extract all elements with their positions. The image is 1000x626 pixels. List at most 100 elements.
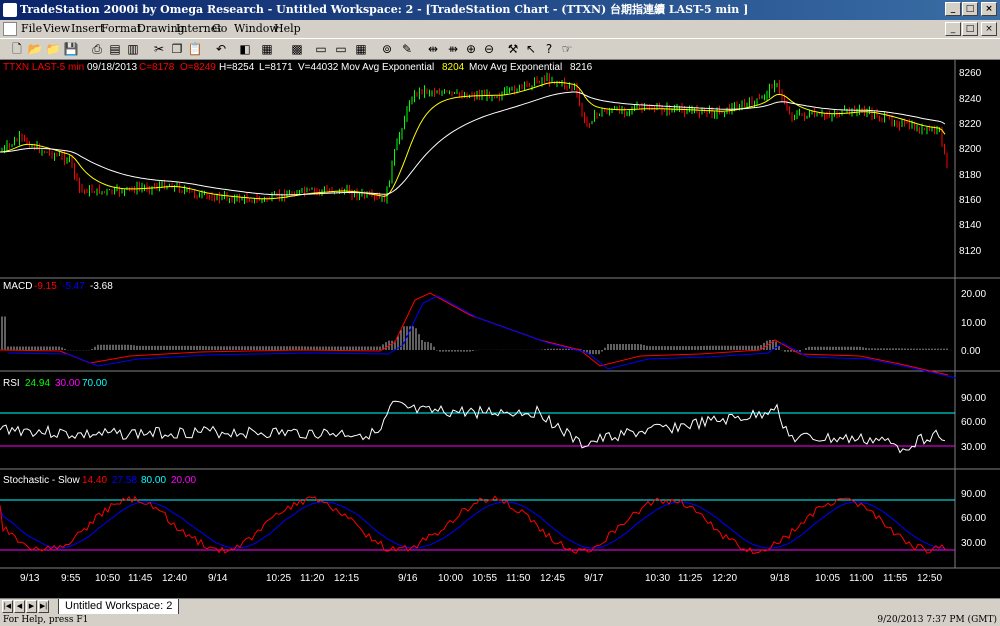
app-icon[interactable] — [3, 3, 17, 17]
zoom-out-icon[interactable]: ⊖ — [480, 41, 498, 57]
open-icon[interactable]: 📂 — [26, 41, 44, 57]
macd-line — [0, 292, 949, 376]
stochastic-axis-label: 60.00 — [961, 513, 986, 524]
stochastic-axis-label: 90.00 — [961, 489, 986, 500]
time-axis-label: 11:45 — [128, 573, 153, 584]
arrange-icon[interactable]: ⇻ — [444, 41, 462, 57]
macd-axis-label: 0.00 — [961, 346, 981, 357]
menu-file[interactable]: File — [21, 22, 42, 35]
mdi-minimize-button[interactable]: _ — [945, 22, 961, 36]
zoom-in-icon[interactable]: ⊕ — [462, 41, 480, 57]
workspace-tab-bar: |◀ ◀ ▶ ▶| Untitled Workspace: 2 — [0, 598, 1000, 615]
open-value: O=8249 — [180, 62, 216, 73]
status-bar: For Help, press F1 9/20/2013 7:37 PM (GM… — [0, 614, 1000, 626]
bar-chart-icon[interactable]: ▦ — [258, 41, 276, 57]
chart-area[interactable]: TTXN LAST-5 min 09/18/2013 C=8178 O=8249… — [0, 60, 1000, 598]
time-axis-label: 10:55 — [472, 573, 497, 584]
status-help-text: For Help, press F1 — [3, 615, 89, 625]
macd-signal-line — [7, 295, 957, 379]
ma1-value: 8204 — [442, 62, 465, 73]
first-tab-button[interactable]: |◀ — [2, 600, 13, 613]
price-axis-label: 8120 — [959, 246, 982, 257]
time-axis-label: 10:50 — [95, 573, 120, 584]
price-axis-label: 8200 — [959, 144, 982, 155]
maximize-button[interactable]: □ — [962, 2, 978, 16]
menu-help[interactable]: Help — [274, 22, 301, 35]
save-icon[interactable]: 💾 — [62, 41, 80, 57]
menu-window[interactable]: Window — [234, 22, 279, 35]
ma1-label: Mov Avg Exponential — [341, 62, 434, 73]
time-axis-label: 11:55 — [883, 573, 908, 584]
page-setup-icon[interactable]: ▥ — [124, 41, 142, 57]
cut-icon[interactable]: ✂ — [150, 41, 168, 57]
window2-icon[interactable]: ▭ — [332, 41, 350, 57]
menu-go[interactable]: Go — [212, 22, 227, 35]
radar-icon[interactable]: ⊚ — [378, 41, 396, 57]
status-datetime: 9/20/2013 7:37 PM (GMT) — [877, 615, 997, 625]
time-axis-label: 12:15 — [334, 573, 359, 584]
undo-icon[interactable]: ↶ — [212, 41, 230, 57]
minimize-button[interactable]: _ — [945, 2, 961, 16]
rsi-label: RSI — [3, 378, 20, 389]
time-axis-label: 12:20 — [712, 573, 737, 584]
new-icon[interactable]: 🗋 — [8, 41, 26, 57]
split-icon[interactable]: ⇹ — [424, 41, 442, 57]
expert-icon[interactable]: ✎ — [398, 41, 416, 57]
window-icon[interactable]: ▭ — [312, 41, 330, 57]
macd-value: -9.15 — [34, 281, 57, 292]
macd-axis-label: 20.00 — [961, 289, 986, 300]
macd-label: MACD — [3, 281, 32, 292]
print-preview-icon[interactable]: ▤ — [106, 41, 124, 57]
menu-insert[interactable]: Insert — [71, 22, 104, 35]
last-tab-button[interactable]: ▶| — [38, 600, 49, 613]
pointer-icon[interactable]: ↖ — [522, 41, 540, 57]
time-axis-label: 9/16 — [398, 573, 418, 584]
rsi-axis-label: 90.00 — [961, 393, 986, 404]
macd-axis-label: 10.00 — [961, 318, 986, 329]
window-title: TradeStation 2000i by Omega Research - U… — [20, 3, 749, 16]
tile-icon[interactable]: ▦ — [352, 41, 370, 57]
document-icon[interactable] — [3, 22, 17, 36]
format-icon[interactable]: ◧ — [236, 41, 254, 57]
ma2-value: 8216 — [570, 62, 593, 73]
mdi-close-button[interactable]: × — [981, 22, 997, 36]
time-axis-label: 11:20 — [300, 573, 325, 584]
next-tab-button[interactable]: ▶ — [26, 600, 37, 613]
rsi-axis-label: 60.00 — [961, 417, 986, 428]
mdi-restore-button[interactable]: □ — [962, 22, 978, 36]
symbol-label: TTXN LAST-5 min — [3, 62, 84, 73]
hand-icon[interactable]: ☞ — [558, 41, 576, 57]
macd-diff-value: -3.68 — [90, 281, 113, 292]
print-icon[interactable]: ⎙ — [88, 41, 106, 57]
menu-view[interactable]: View — [43, 22, 70, 35]
price-axis-label: 8220 — [959, 119, 982, 130]
menu-format[interactable]: Format — [101, 22, 141, 35]
date-label: 09/18/2013 — [87, 62, 137, 73]
stochastic-label: Stochastic - Slow — [3, 475, 80, 486]
workspace-tab[interactable]: Untitled Workspace: 2 — [58, 599, 180, 615]
chart-canvas[interactable]: TTXN LAST-5 min 09/18/2013 C=8178 O=8249… — [0, 60, 1000, 598]
time-axis-label: 10:00 — [438, 573, 463, 584]
price-axis-label: 8180 — [959, 170, 982, 181]
stochastic-k-line — [0, 495, 946, 555]
open-folder-icon[interactable]: 📁 — [44, 41, 62, 57]
rsi-axis-label: 30.00 — [961, 442, 986, 453]
prev-tab-button[interactable]: ◀ — [14, 600, 25, 613]
stochastic-lower-value: 20.00 — [171, 475, 196, 486]
rsi-overbought-value: 70.00 — [82, 378, 107, 389]
time-axis-label: 10:30 — [645, 573, 670, 584]
volume-value: V=44032 — [298, 62, 339, 73]
close-button[interactable]: × — [981, 2, 997, 16]
grid-icon[interactable]: ▩ — [288, 41, 306, 57]
time-axis-label: 9/14 — [208, 573, 228, 584]
time-axis-label: 11:25 — [678, 573, 703, 584]
paste-icon[interactable]: 📋 — [186, 41, 204, 57]
time-axis-label: 9/18 — [770, 573, 790, 584]
toolbar: 🗋 📂 📁 💾 ⎙ ▤ ▥ ✂ ❐ 📋 ↶ ◧ ▦ ▩ ▭ ▭ ▦ ⊚ ✎ ⇹ … — [0, 38, 1000, 60]
tools-icon[interactable]: ⚒ — [504, 41, 522, 57]
copy-icon[interactable]: ❐ — [168, 41, 186, 57]
stochastic-d-line — [0, 501, 946, 549]
help-icon[interactable]: ? — [540, 41, 558, 57]
stochastic-axis-label: 30.00 — [961, 538, 986, 549]
menu-bar: File View Insert Format Drawing Internet… — [0, 20, 1000, 38]
